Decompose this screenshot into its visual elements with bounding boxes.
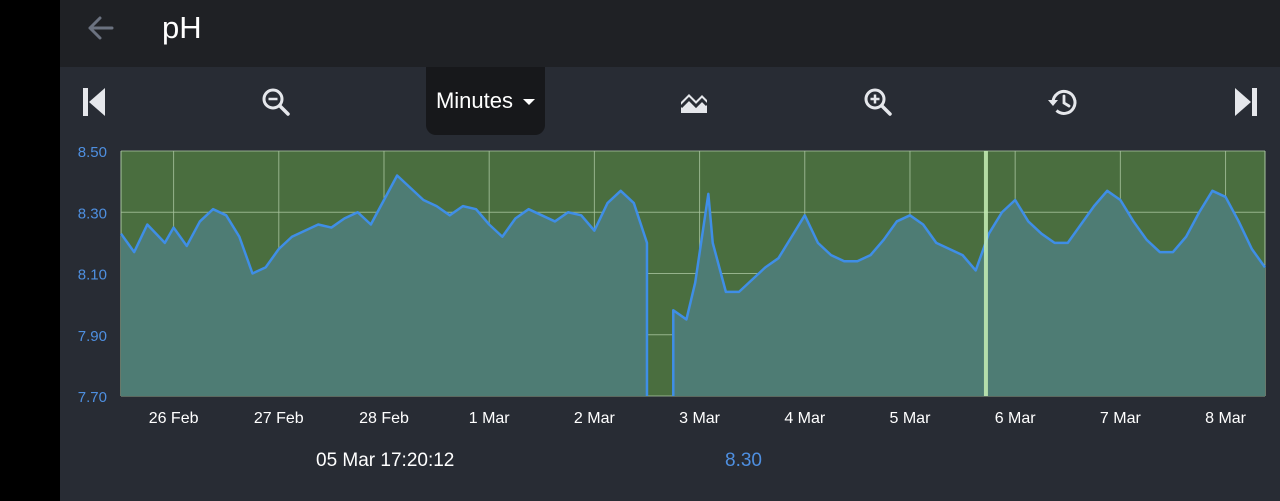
x-tick-label: 7 Mar	[1100, 410, 1142, 427]
cursor-timestamp: 05 Mar 17:20:12	[316, 450, 455, 471]
cursor-value: 8.30	[725, 450, 762, 471]
x-tick-label: 28 Feb	[359, 410, 409, 427]
x-tick-label: 2 Mar	[574, 410, 616, 427]
x-tick-label: 27 Feb	[254, 410, 304, 427]
x-tick-label: 6 Mar	[995, 410, 1037, 427]
y-tick-label: 7.70	[78, 389, 107, 406]
x-tick-label: 8 Mar	[1205, 410, 1247, 427]
app-window: pH Minutes 8.50 8.30 8.10 7.90 7.70 26 F…	[60, 0, 1280, 501]
time-cursor[interactable]	[983, 151, 988, 396]
x-axis-ticks: 26 Feb 27 Feb 28 Feb 1 Mar 2 Mar 3 Mar 4 Mar 5 …	[149, 410, 1247, 427]
y-tick-label: 8.50	[78, 144, 107, 161]
x-tick-label: 5 Mar	[890, 410, 932, 427]
x-tick-label: 1 Mar	[469, 410, 511, 427]
ph-chart[interactable]: 8.50 8.30 8.10 7.90 7.70 26 Feb 27 Feb 28 Feb 1…	[60, 0, 1280, 440]
x-tick-label: 3 Mar	[679, 410, 721, 427]
y-tick-label: 7.90	[78, 328, 107, 345]
y-axis-ticks: 8.50 8.30 8.10 7.90 7.70	[78, 144, 107, 406]
y-tick-label: 8.10	[78, 267, 107, 284]
y-tick-label: 8.30	[78, 205, 107, 222]
x-tick-label: 4 Mar	[784, 410, 826, 427]
cursor-line	[983, 151, 988, 396]
x-tick-label: 26 Feb	[149, 410, 199, 427]
